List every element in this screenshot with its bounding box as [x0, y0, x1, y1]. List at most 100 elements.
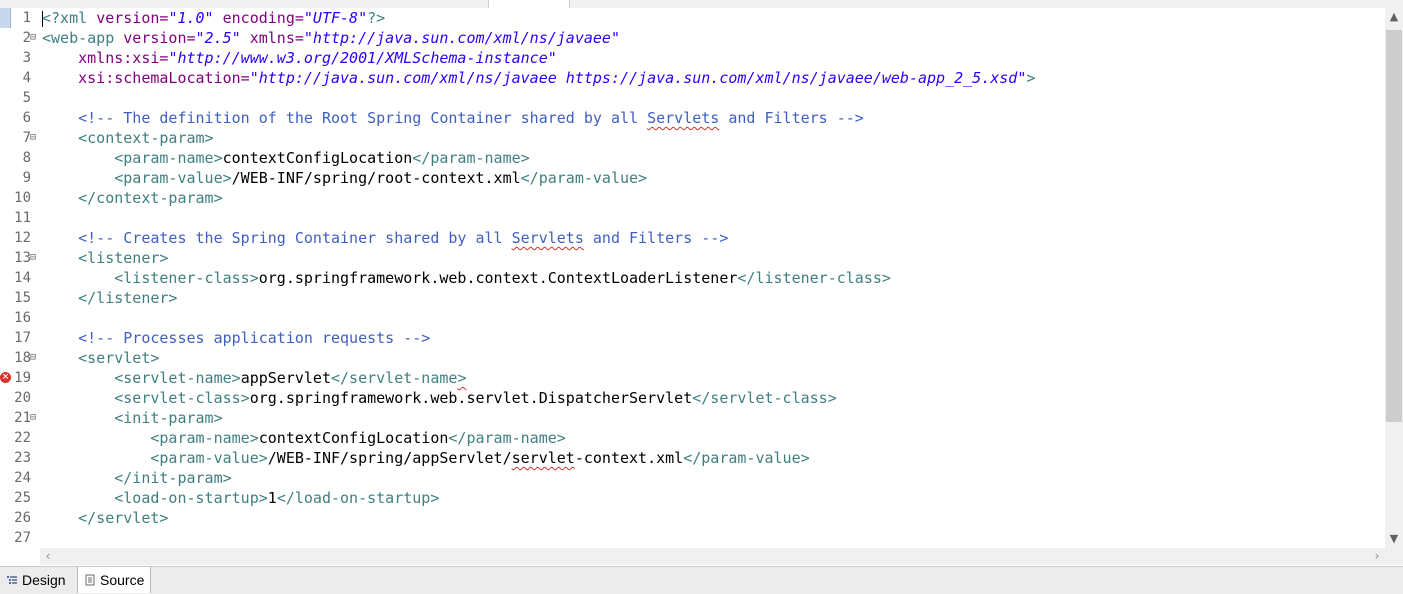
- line-number: 11: [14, 210, 31, 226]
- current-line-marker: [0, 8, 11, 28]
- code-token: </listener>: [78, 289, 178, 307]
- code-token: </listener-class>: [737, 269, 891, 287]
- tab-source[interactable]: Source: [77, 567, 152, 593]
- code-line[interactable]: </init-param>: [42, 468, 231, 488]
- code-token: <?xml: [42, 9, 97, 27]
- scroll-right-icon[interactable]: ›: [1369, 548, 1385, 565]
- code-line[interactable]: </context-param>: [42, 188, 223, 208]
- scroll-down-icon[interactable]: ▼: [1385, 530, 1403, 548]
- line-number: 12: [14, 230, 31, 246]
- collapse-minus-icon[interactable]: ⊟: [30, 353, 39, 363]
- code-token: </servlet-class>: [692, 389, 837, 407]
- code-line[interactable]: <!-- Processes application requests -->: [42, 328, 430, 348]
- code-line[interactable]: <servlet-name>appServlet</servlet-name>: [42, 368, 466, 388]
- code-token: <param-name>: [114, 149, 223, 167]
- code-token: >: [1026, 69, 1036, 87]
- code-line[interactable]: <!-- The definition of the Root Spring C…: [42, 108, 864, 128]
- code-token: "UTF-8": [303, 9, 368, 27]
- code-token: <load-on-startup>: [114, 489, 268, 507]
- code-token: </servlet>: [78, 509, 169, 527]
- line-number: 17: [14, 330, 31, 346]
- code-line[interactable]: <context-param>: [42, 128, 213, 148]
- line-number: 18: [14, 350, 31, 366]
- scroll-up-icon[interactable]: ▲: [1385, 8, 1403, 26]
- code-token: servlet: [511, 449, 575, 467]
- code-line[interactable]: <init-param>: [42, 408, 222, 428]
- code-line[interactable]: <?xml version="1.0" encoding="UTF-8"?>: [42, 8, 385, 28]
- xml-source-editor[interactable]: 1 2 ⊟ 3 4 5 6 7 ⊟ 8 9 10 11 12 13 ⊟ 14 15 16 17 18 ⊟ 19 × 20 21 ⊟ 2…: [0, 8, 1385, 548]
- code-line[interactable]: <servlet-class>org.springframework.web.s…: [42, 388, 837, 408]
- code-line[interactable]: <listener>: [42, 248, 168, 268]
- line-number: 3: [22, 50, 31, 66]
- collapse-minus-icon[interactable]: ⊟: [30, 133, 39, 143]
- code-line[interactable]: xmlns:xsi="http://www.w3.org/2001/XMLSch…: [42, 48, 557, 68]
- code-token: appServlet: [240, 369, 331, 387]
- collapse-minus-icon[interactable]: ⊟: [30, 33, 39, 43]
- code-token: <servlet-name>: [114, 369, 241, 387]
- line-number: 13: [14, 250, 31, 266]
- line-number: 26: [14, 510, 31, 526]
- line-number: 20: [14, 390, 31, 406]
- code-token: xsi:schemaLocation=: [78, 69, 250, 87]
- code-token: <servlet>: [78, 349, 160, 367]
- code-token: Servlets: [647, 109, 720, 127]
- line-number: 6: [22, 110, 31, 126]
- code-line[interactable]: </servlet>: [42, 508, 168, 528]
- code-line[interactable]: <web-app version="2.5" xmlns="http://jav…: [42, 28, 620, 48]
- vertical-scroll-thumb[interactable]: [1386, 30, 1402, 422]
- code-token: <web-app: [42, 29, 124, 47]
- line-number: 10: [14, 190, 31, 206]
- code-token: <listener-class>: [114, 269, 259, 287]
- code-line[interactable]: <param-value>/WEB-INF/spring/root-contex…: [42, 168, 647, 188]
- line-number: 25: [14, 490, 31, 506]
- error-marker-icon[interactable]: ×: [0, 372, 11, 383]
- tab-design-label: Design: [22, 572, 66, 588]
- code-line[interactable]: <param-name>contextConfigLocation</param…: [42, 428, 566, 448]
- code-token: -context.xml: [574, 449, 684, 467]
- line-number: 22: [14, 430, 31, 446]
- code-token: "http://www.w3.org/2001/XMLSchema-instan…: [168, 49, 557, 67]
- horizontal-scrollbar[interactable]: ‹ ›: [40, 548, 1385, 565]
- code-area[interactable]: <?xml version="1.0" encoding="UTF-8"?> <w…: [42, 8, 1385, 548]
- code-token: </param-name>: [412, 149, 530, 167]
- code-line[interactable]: <servlet>: [42, 348, 159, 368]
- code-token: 1: [267, 489, 277, 507]
- line-number: 23: [14, 450, 31, 466]
- code-token: <!-- Processes application requests -->: [78, 329, 431, 347]
- code-token: </param-name>: [448, 429, 566, 447]
- code-line[interactable]: </listener>: [42, 288, 177, 308]
- code-line[interactable]: <load-on-startup>1</load-on-startup>: [42, 488, 439, 508]
- tab-design[interactable]: Design: [0, 567, 72, 593]
- code-line[interactable]: <!-- Creates the Spring Container shared…: [42, 228, 728, 248]
- code-token: xmlns=: [249, 29, 304, 47]
- collapse-minus-icon[interactable]: ⊟: [30, 253, 39, 263]
- line-number: 8: [22, 150, 31, 166]
- scroll-left-icon[interactable]: ‹: [40, 548, 56, 565]
- code-line[interactable]: <listener-class>org.springframework.web.…: [42, 268, 891, 288]
- vertical-scrollbar[interactable]: ▲ ▼: [1385, 8, 1403, 548]
- code-token: <servlet-class>: [114, 389, 250, 407]
- collapse-minus-icon[interactable]: ⊟: [30, 413, 39, 423]
- line-number: 24: [14, 470, 31, 486]
- code-line[interactable]: <param-value>/WEB-INF/spring/appServlet/…: [42, 448, 809, 468]
- editor-tab-fragment[interactable]: [488, 0, 570, 8]
- code-token: xmlns:xsi=: [78, 49, 169, 67]
- code-line[interactable]: xsi:schemaLocation="http://java.sun.com/…: [42, 68, 1035, 88]
- code-line[interactable]: <param-name>contextConfigLocation</param…: [42, 148, 530, 168]
- code-token: </param-value>: [520, 169, 648, 187]
